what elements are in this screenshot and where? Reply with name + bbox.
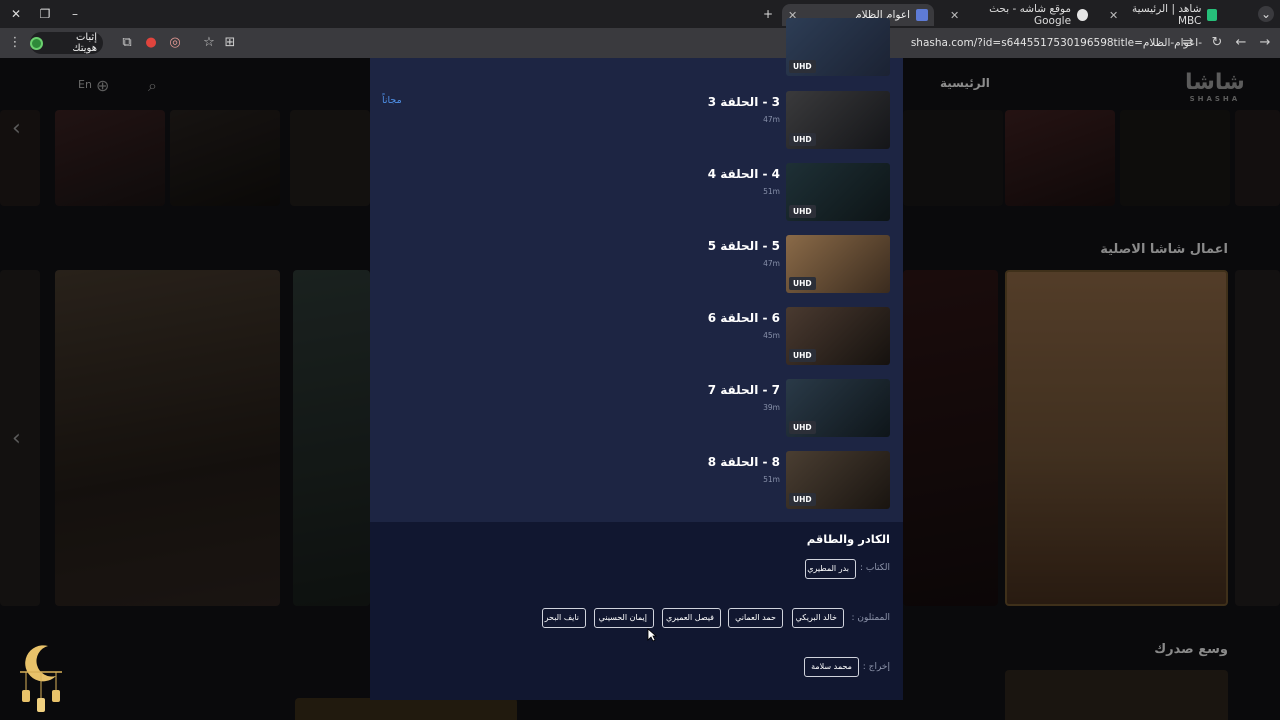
episode-thumbnail[interactable]: UHD [786,91,890,149]
episode-title[interactable]: 3 - الحلقة 3 [708,95,780,109]
cast-chip[interactable]: فيصل العميري [662,608,721,628]
translate-icon[interactable]: ⊞ [221,34,239,52]
tab-title: شاهد | الرئيسية MBC [1131,3,1202,27]
episode-title[interactable]: 7 - الحلقة 7 [708,383,780,397]
tab-close-icon[interactable]: ✕ [950,9,959,22]
extension-icon[interactable]: ◎ [166,34,184,52]
episode-item[interactable]: UHD 7 - الحلقة 7 39m [540,379,890,439]
search-icon[interactable]: ⌕ [148,76,157,96]
shasha-favicon-icon [916,9,928,21]
carousel-prev-icon[interactable]: ‹ [12,426,21,451]
browser-tab-bar: ✕ ❐ – شاهد | الرئيسية MBC ✕ موقع شاشه - … [0,0,1280,28]
restore-window-icon[interactable]: ❐ [37,6,53,22]
language-toggle[interactable]: En [78,78,92,91]
crew-heading: الكادر والطاقم [806,532,890,546]
carousel-prev-icon[interactable]: ‹ [12,116,21,141]
episode-thumbnail[interactable]: UHD [786,163,890,221]
uhd-badge: UHD [789,349,816,362]
section-more-heading: وسع صدرك [1154,642,1228,657]
tab-google-search[interactable]: موقع شاشه - بحث Google ✕ [944,3,1094,27]
verify-label: إثبات هويتك [72,32,97,54]
new-tab-button[interactable]: + [760,6,776,22]
reload-icon[interactable]: ↻ [1208,34,1226,52]
episode-item[interactable]: UHD 3 - الحلقة 3 47m [540,91,890,151]
mouse-cursor-icon [647,628,657,642]
tab-title: موقع شاشه - بحث Google [989,3,1072,27]
browser-toolbar: ⋮ إثبات هويتك ⧉ ● ◎ ☆ ⊞ shasha.com/?id=s… [0,28,1280,58]
globe-icon[interactable]: ⊕ [96,76,109,95]
extensions-icon[interactable]: ⧉ [118,34,136,52]
uhd-badge: UHD [789,205,816,218]
cast-chip[interactable]: خالد البريكي [792,608,844,628]
episode-thumbnail[interactable]: UHD [786,307,890,365]
forward-icon[interactable]: ← [1232,34,1250,52]
crescent-lantern-icon[interactable] [12,642,70,716]
episode-duration: 47m [763,259,780,268]
director-chip[interactable]: محمد سلامة [804,657,859,677]
avatar-icon [30,36,43,50]
google-favicon-icon [1077,9,1088,21]
shahid-favicon-icon [1207,9,1217,21]
menu-kebab-icon[interactable]: ⋮ [6,34,24,52]
episode-duration: 51m [763,187,780,196]
episode-title[interactable]: 4 - الحلقة 4 [708,167,780,181]
cast-label: الممثلون : [851,613,891,623]
episode-duration: 45m [763,331,780,340]
episode-thumbnail[interactable]: UHD [786,451,890,509]
back-icon[interactable]: → [1256,34,1274,52]
tab-search-icon[interactable]: ⌄ [1258,6,1274,22]
episode-thumbnail[interactable]: UHD [786,235,890,293]
episode-item[interactable]: UHD 6 - الحلقة 6 45m [540,307,890,367]
writer-chip[interactable]: بدر المطيري [805,559,856,579]
episode-duration: 39m [763,403,780,412]
tab-shahid[interactable]: شاهد | الرئيسية MBC ✕ [1103,3,1223,27]
site-logo[interactable]: شاشا SHASHA [1185,70,1245,103]
episode-list: UHD 3 - الحلقة 3 47m UHD 4 - الحلقة 4 51… [370,58,903,522]
uhd-badge: UHD [789,493,816,506]
close-window-icon[interactable]: ✕ [8,6,24,22]
tab-close-icon[interactable]: ✕ [1109,9,1118,22]
episode-title[interactable]: 6 - الحلقة 6 [708,311,780,325]
episode-title[interactable]: 8 - الحلقة 8 [708,455,780,469]
episode-thumbnail[interactable]: UHD [786,379,890,437]
logo-sub: SHASHA [1189,95,1241,103]
episode-item[interactable]: UHD 5 - الحلقة 5 47m [540,235,890,295]
adblock-extension-icon[interactable]: ● [142,34,160,52]
episode-item[interactable]: UHD 4 - الحلقة 4 51m [540,163,890,223]
crew-section: الكادر والطاقم الكتاب : بدر المطيري المم… [370,522,903,700]
logo-text: شاشا [1185,70,1245,95]
episode-duration: 47m [763,115,780,124]
uhd-badge: UHD [789,277,816,290]
section-originals-heading: اعمال شاشا الاصلية [1100,242,1228,257]
uhd-badge: UHD [789,133,816,146]
cast-chip[interactable]: نايف البحر [542,608,586,628]
cast-chip[interactable]: إيمان الحسيني [594,608,654,628]
cast-chip[interactable]: حمد العماني [728,608,783,628]
nav-home-link[interactable]: الرئيسية [940,76,990,90]
writers-label: الكتاب : [859,563,890,573]
uhd-badge: UHD [789,421,816,434]
bookmark-star-icon[interactable]: ☆ [200,34,218,52]
episode-title[interactable]: 5 - الحلقة 5 [708,239,780,253]
director-label: إخراج : [862,662,890,672]
episode-item[interactable]: UHD 8 - الحلقة 8 51m [540,451,890,511]
episodes-modal: UHD مجاناً UHD 3 - الحلقة 3 47m UHD 4 - … [370,18,903,700]
episode-duration: 51m [763,475,780,484]
verify-identity-button[interactable]: إثبات هويتك [30,32,103,54]
site-settings-icon[interactable]: ⇌ [1179,34,1197,52]
minimize-window-icon[interactable]: – [67,6,83,22]
